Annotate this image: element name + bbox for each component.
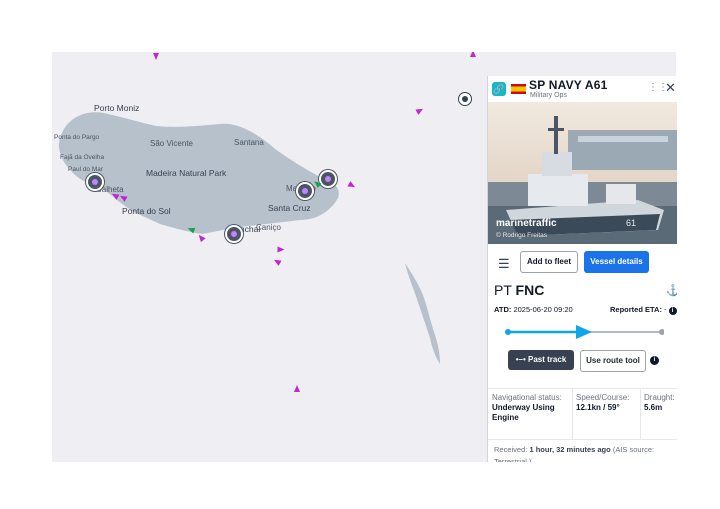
place-sao-vicente: São Vicente [150, 139, 193, 148]
vessel-marker[interactable] [294, 385, 300, 392]
received-value: 1 hour, 32 minutes ago [529, 445, 611, 454]
route-start-dot [505, 329, 511, 335]
port-marker-machico[interactable] [296, 182, 314, 200]
port-marker-funchal[interactable] [225, 225, 243, 243]
port-marker-canical[interactable] [319, 170, 337, 188]
menu-icon[interactable]: ☰ [498, 256, 510, 272]
close-icon[interactable]: ✕ [665, 80, 676, 96]
draught-cell: Draught: 5.6m [644, 393, 677, 413]
destination-country: PT [494, 282, 512, 298]
panel-header: 🔗 SP NAVY A61 Military Ops ⋮⋮ ✕ [488, 76, 677, 102]
vessel-marker[interactable] [277, 246, 285, 253]
info-icon[interactable]: i [668, 307, 677, 315]
selected-vessel-target-icon[interactable] [458, 92, 472, 106]
eta-value: - [664, 305, 667, 314]
svg-text:61: 61 [626, 218, 636, 228]
received-info: Received: 1 hour, 32 minutes ago (AIS so… [494, 444, 674, 462]
add-to-fleet-button[interactable]: Add to fleet [520, 251, 578, 273]
speed-course-cell: Speed/Course: 12.1kn / 59° [576, 393, 642, 413]
past-track-label: Past track [528, 355, 567, 364]
spain-flag-icon [511, 84, 526, 94]
desertas-island-shape [405, 263, 440, 364]
place-porto-moniz: Porto Moniz [94, 103, 140, 113]
vessel-photo[interactable]: 61 marinetraffic © Rodrigo Freitas [488, 102, 677, 244]
place-madeira-natural-park: Madeira Natural Park [146, 168, 227, 178]
eta-row: Reported ETA: - i [610, 305, 677, 315]
info-icon[interactable]: i [650, 356, 659, 365]
speed-course-label: Speed/Course: [576, 393, 630, 402]
place-faja-da-ovelha: Fajã da Ovelha [60, 154, 105, 161]
received-label: Received: [494, 445, 528, 454]
vessel-name: SP NAVY A61 [529, 78, 608, 92]
atd-row: ATD: 2025-06-20 09:20 [494, 305, 573, 314]
vessel-info-panel: 🔗 SP NAVY A61 Military Ops ⋮⋮ ✕ 61 marin… [487, 76, 677, 462]
place-canico: Caniço [256, 223, 281, 232]
vessel-marker[interactable] [153, 53, 159, 60]
route-vessel-arrow [576, 325, 592, 339]
track-icon: •–• [515, 355, 526, 364]
nav-status-cell: Navigational status: Underway Using Engi… [492, 393, 572, 423]
anchor-icon: ⚓ [666, 284, 677, 297]
draught-value: 5.6m [644, 403, 663, 412]
place-ponta-do-sol: Ponta do Sol [122, 206, 171, 216]
draught-label: Draught: [644, 393, 675, 402]
photo-credit: © Rodrigo Freitas [496, 232, 548, 239]
eta-label: Reported ETA: [610, 305, 662, 314]
port-marker-calheta[interactable] [86, 173, 104, 191]
link-icon[interactable]: 🔗 [492, 82, 506, 96]
vessel-details-button[interactable]: Vessel details [584, 251, 649, 273]
destination: PT FNC [494, 282, 544, 298]
place-paul-do-mar: Paul do Mar [68, 166, 104, 173]
nav-status-value: Underway Using Engine [492, 403, 555, 422]
vessel-type: Military Ops [530, 92, 567, 99]
place-santana: Santana [234, 138, 264, 147]
photo-watermark: marinetraffic [496, 218, 557, 229]
speed-course-value: 12.1kn / 59° [576, 403, 620, 412]
vessel-stats-grid: Navigational status: Underway Using Engi… [488, 388, 677, 440]
place-ponta-do-pargo: Ponta do Pargo [54, 134, 100, 141]
nav-status-label: Navigational status: [492, 393, 562, 402]
atd-label: ATD: [494, 305, 512, 314]
vessel-marker[interactable] [470, 52, 476, 57]
past-track-button[interactable]: •–• Past track [508, 350, 574, 370]
route-end-dot [659, 329, 664, 335]
place-santa-cruz: Santa Cruz [268, 203, 311, 213]
atd-value: 2025-06-20 09:20 [513, 305, 573, 314]
destination-port: FNC [515, 282, 545, 298]
use-route-tool-button[interactable]: Use route tool [580, 350, 646, 372]
panel-toolbar: ☰ Add to fleet Vessel details [488, 250, 677, 276]
route-progress [505, 325, 664, 339]
